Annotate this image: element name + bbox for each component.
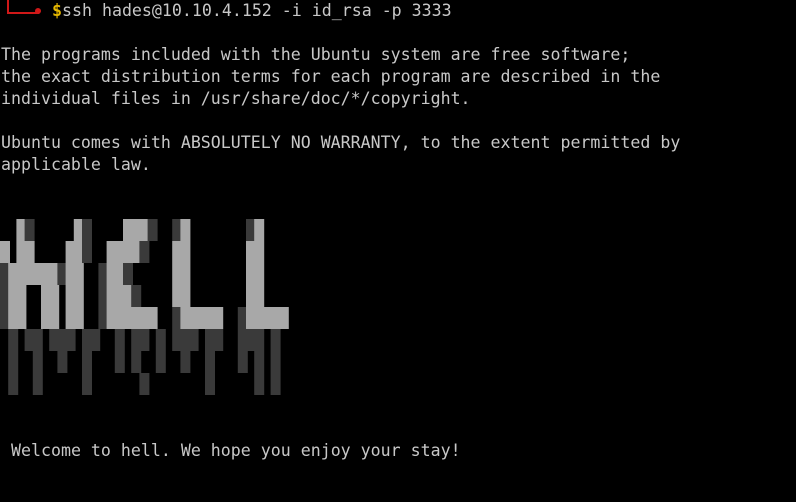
hell-ascii-banner [0, 219, 289, 395]
prompt-symbol: $ [52, 1, 62, 20]
motd-line: The programs included with the Ubuntu sy… [1, 45, 631, 64]
motd-line: Ubuntu comes with ABSOLUTELY NO WARRANTY… [1, 133, 681, 152]
terminal-window[interactable]: $ ssh hades@10.10.4.152 -i id_rsa -p 333… [0, 0, 796, 502]
welcome-message: Welcome to hell. We hope you enjoy your … [11, 441, 461, 460]
ssh-command: ssh hades@10.10.4.152 -i id_rsa -p 3333 [62, 1, 452, 20]
prompt-dot-icon [35, 8, 41, 14]
motd-line: applicable law. [1, 155, 151, 174]
motd-line: the exact distribution terms for each pr… [1, 67, 661, 86]
prompt-line: $ ssh hades@10.10.4.152 -i id_rsa -p 333… [1, 0, 452, 22]
motd-line: individual files in /usr/share/doc/*/cop… [1, 89, 471, 108]
